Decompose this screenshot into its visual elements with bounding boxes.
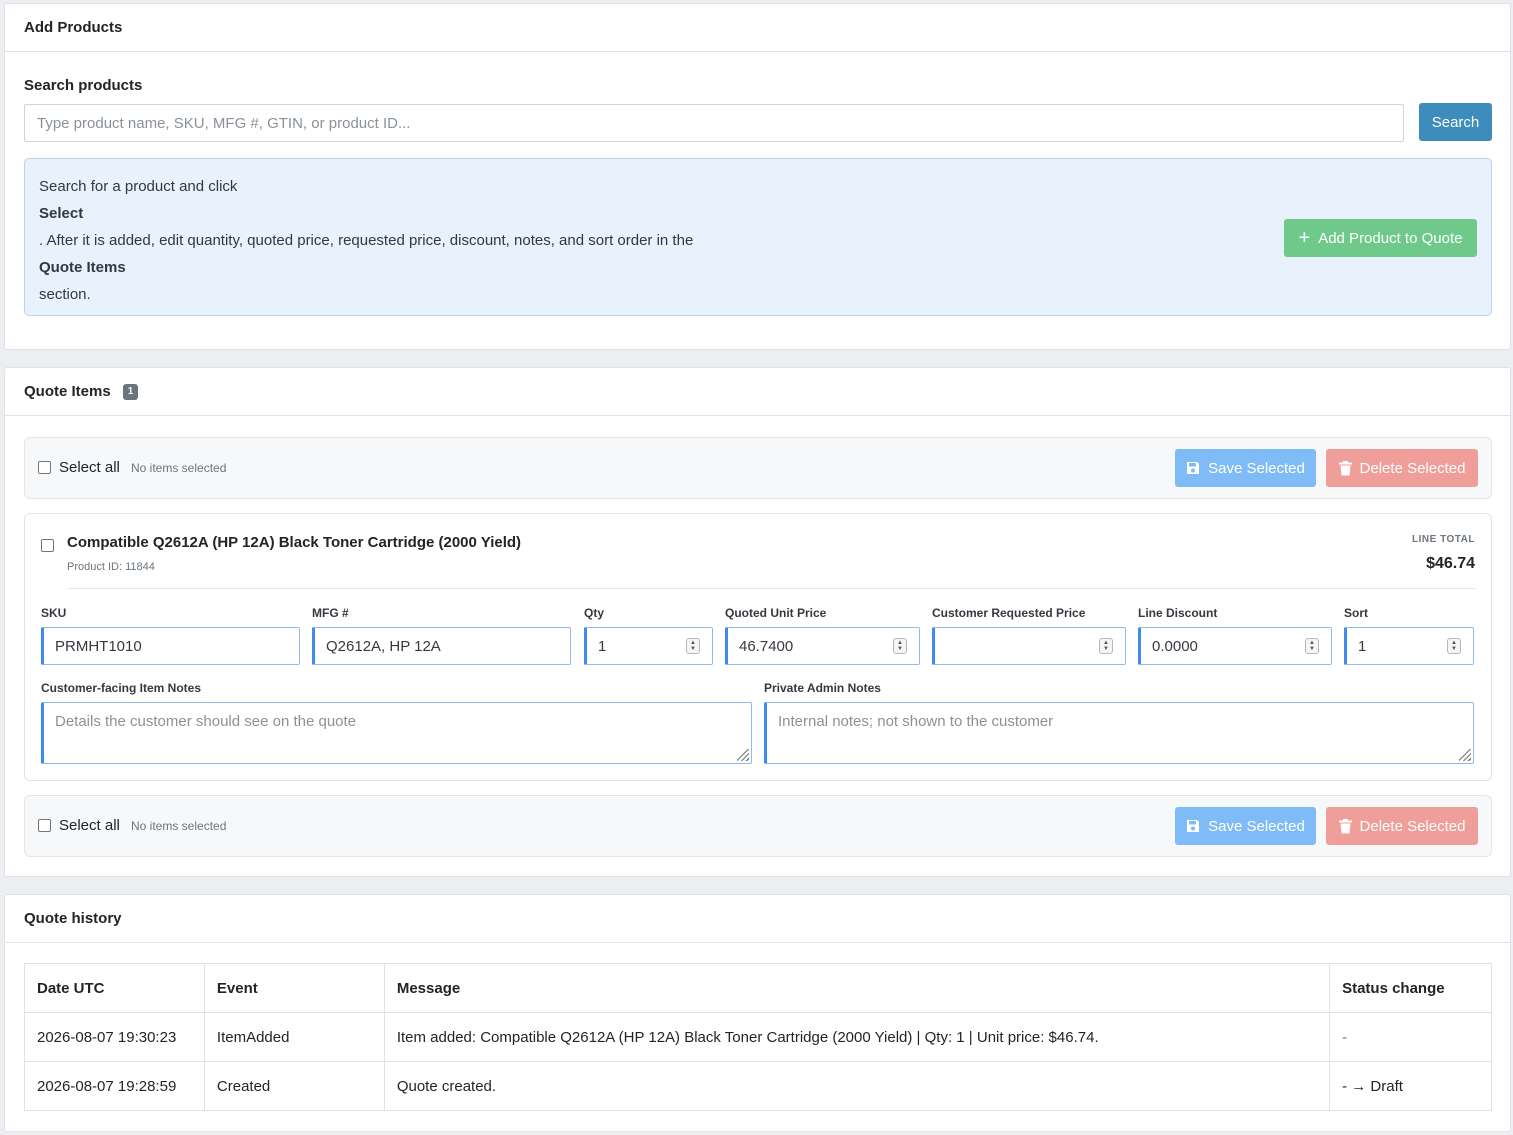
- search-button[interactable]: Search: [1419, 103, 1492, 141]
- floppy-disk-icon: [1187, 462, 1200, 474]
- line-discount-input[interactable]: 0.0000 ▲ ▼: [1138, 627, 1332, 665]
- quote-history-card: Quote history Date UTC Event Message Sta…: [4, 894, 1511, 1132]
- sku-value: PRMHT1010: [55, 637, 142, 655]
- quote-items-title: Quote Items: [24, 383, 111, 400]
- trash-icon: [1338, 818, 1352, 833]
- line-discount-value: 0.0000: [1152, 637, 1198, 655]
- line-total-value: $46.74: [1426, 555, 1475, 572]
- select-all-checkbox[interactable]: [38, 819, 51, 832]
- admin-notes-placeholder: Internal notes; not shown to the custome…: [778, 713, 1054, 730]
- qty-spinner-icon[interactable]: ▲ ▼: [686, 638, 700, 654]
- requested-price-label: Customer Requested Price: [932, 606, 1086, 620]
- mfg-input[interactable]: Q2612A, HP 12A: [312, 627, 571, 665]
- plus-icon: +: [1298, 227, 1311, 249]
- line-discount-label: Line Discount: [1138, 606, 1218, 620]
- bulk-actions-bottom: Select all No items selected Save Select…: [24, 795, 1492, 857]
- delete-selected-label: Delete Selected: [1359, 459, 1466, 477]
- cell-status-change: -: [1329, 1012, 1492, 1062]
- table-row: 2026-08-07 19:28:59 Created Quote create…: [24, 1061, 1492, 1111]
- col-date: Date UTC: [24, 963, 205, 1013]
- delete-selected-button[interactable]: Delete Selected: [1326, 449, 1478, 487]
- item-select-checkbox[interactable]: [41, 539, 54, 552]
- add-product-to-quote-button[interactable]: + Add Product to Quote: [1284, 219, 1477, 257]
- cell-date: 2026-08-07 19:28:59: [24, 1061, 205, 1111]
- add-products-card: Add Products Search products Search Sear…: [4, 3, 1511, 350]
- qty-value: 1: [598, 637, 607, 655]
- delete-selected-label: Delete Selected: [1359, 817, 1466, 835]
- info-bold-quote-items: Quote Items: [39, 259, 126, 276]
- history-header-row: Date UTC Event Message Status change: [24, 963, 1492, 1013]
- col-event: Event: [203, 963, 385, 1013]
- cell-date: 2026-08-07 19:30:23: [24, 1012, 205, 1062]
- cell-status-change: - → Draft: [1329, 1061, 1492, 1111]
- save-selected-label: Save Selected: [1208, 459, 1305, 477]
- select-all-label[interactable]: Select all: [59, 817, 120, 834]
- info-box: Search for a product and click Select . …: [24, 158, 1492, 316]
- qty-label: Qty: [584, 606, 605, 620]
- save-selected-button[interactable]: Save Selected: [1175, 449, 1316, 487]
- customer-notes-textarea[interactable]: Details the customer should see on the q…: [41, 702, 752, 764]
- quote-items-card: Quote Items 1 Select all No items select…: [4, 367, 1511, 877]
- sort-spinner-icon[interactable]: ▲ ▼: [1447, 638, 1461, 654]
- cell-event: Created: [203, 1061, 385, 1111]
- cell-event: ItemAdded: [203, 1012, 385, 1062]
- cell-message: Item added: Compatible Q2612A (HP 12A) B…: [383, 1012, 1331, 1062]
- search-input[interactable]: [24, 104, 1404, 142]
- resize-handle-icon[interactable]: [1459, 749, 1471, 761]
- resize-handle-icon[interactable]: [737, 749, 749, 761]
- col-status-change: Status change: [1329, 963, 1492, 1013]
- cell-message: Quote created.: [383, 1061, 1331, 1111]
- add-products-title: Add Products: [5, 4, 1510, 52]
- floppy-disk-icon: [1187, 820, 1200, 832]
- customer-notes-placeholder: Details the customer should see on the q…: [55, 713, 357, 730]
- delete-selected-button[interactable]: Delete Selected: [1326, 807, 1478, 845]
- table-row: 2026-08-07 19:30:23 ItemAdded Item added…: [24, 1012, 1492, 1062]
- quoted-price-label: Quoted Unit Price: [725, 606, 827, 620]
- admin-notes-label: Private Admin Notes: [764, 681, 881, 695]
- item-divider: [67, 588, 1475, 589]
- info-bold-select: Select: [39, 205, 84, 222]
- item-count-badge: 1: [122, 383, 139, 400]
- sort-label: Sort: [1344, 606, 1368, 620]
- line-total-label: LINE TOTAL: [1412, 534, 1475, 545]
- mfg-label: MFG #: [312, 606, 349, 620]
- sku-label: SKU: [41, 606, 67, 620]
- quote-items-header: Quote Items 1: [5, 368, 1510, 416]
- selection-status: No items selected: [131, 461, 227, 475]
- select-all-checkbox[interactable]: [38, 461, 51, 474]
- item-name: Compatible Q2612A (HP 12A) Black Toner C…: [67, 534, 522, 551]
- info-text-3: section.: [39, 286, 91, 303]
- trash-icon: [1338, 460, 1352, 475]
- selection-status: No items selected: [131, 819, 227, 833]
- mfg-value: Q2612A, HP 12A: [326, 637, 441, 655]
- search-label: Search products: [24, 77, 143, 94]
- add-product-label: Add Product to Quote: [1318, 229, 1463, 247]
- select-all-label[interactable]: Select all: [59, 459, 120, 476]
- quoted-price-input[interactable]: 46.7400 ▲ ▼: [725, 627, 920, 665]
- save-selected-button[interactable]: Save Selected: [1175, 807, 1316, 845]
- sku-input[interactable]: PRMHT1010: [41, 627, 300, 665]
- requested-price-spinner-icon[interactable]: ▲ ▼: [1099, 638, 1113, 654]
- quote-item-card: Compatible Q2612A (HP 12A) Black Toner C…: [24, 513, 1492, 781]
- admin-notes-textarea[interactable]: Internal notes; not shown to the custome…: [764, 702, 1474, 764]
- quoted-price-spinner-icon[interactable]: ▲ ▼: [893, 638, 907, 654]
- line-discount-spinner-icon[interactable]: ▲ ▼: [1305, 638, 1319, 654]
- qty-input[interactable]: 1 ▲ ▼: [584, 627, 713, 665]
- col-message: Message: [383, 963, 1331, 1013]
- save-selected-label: Save Selected: [1208, 817, 1305, 835]
- quoted-price-value: 46.7400: [739, 637, 794, 655]
- sort-input[interactable]: 1 ▲ ▼: [1344, 627, 1474, 665]
- requested-price-input[interactable]: ▲ ▼: [932, 627, 1126, 665]
- sort-value: 1: [1358, 637, 1367, 655]
- info-text-1: Search for a product and click: [39, 178, 238, 195]
- info-text-2: . After it is added, edit quantity, quot…: [39, 232, 694, 249]
- quote-history-title: Quote history: [5, 895, 1510, 943]
- bulk-actions-top: Select all No items selected Save Select…: [24, 437, 1492, 499]
- item-product-id: Product ID: 11844: [67, 561, 155, 573]
- history-table: Date UTC Event Message Status change 202…: [24, 963, 1492, 1111]
- customer-notes-label: Customer-facing Item Notes: [41, 681, 202, 695]
